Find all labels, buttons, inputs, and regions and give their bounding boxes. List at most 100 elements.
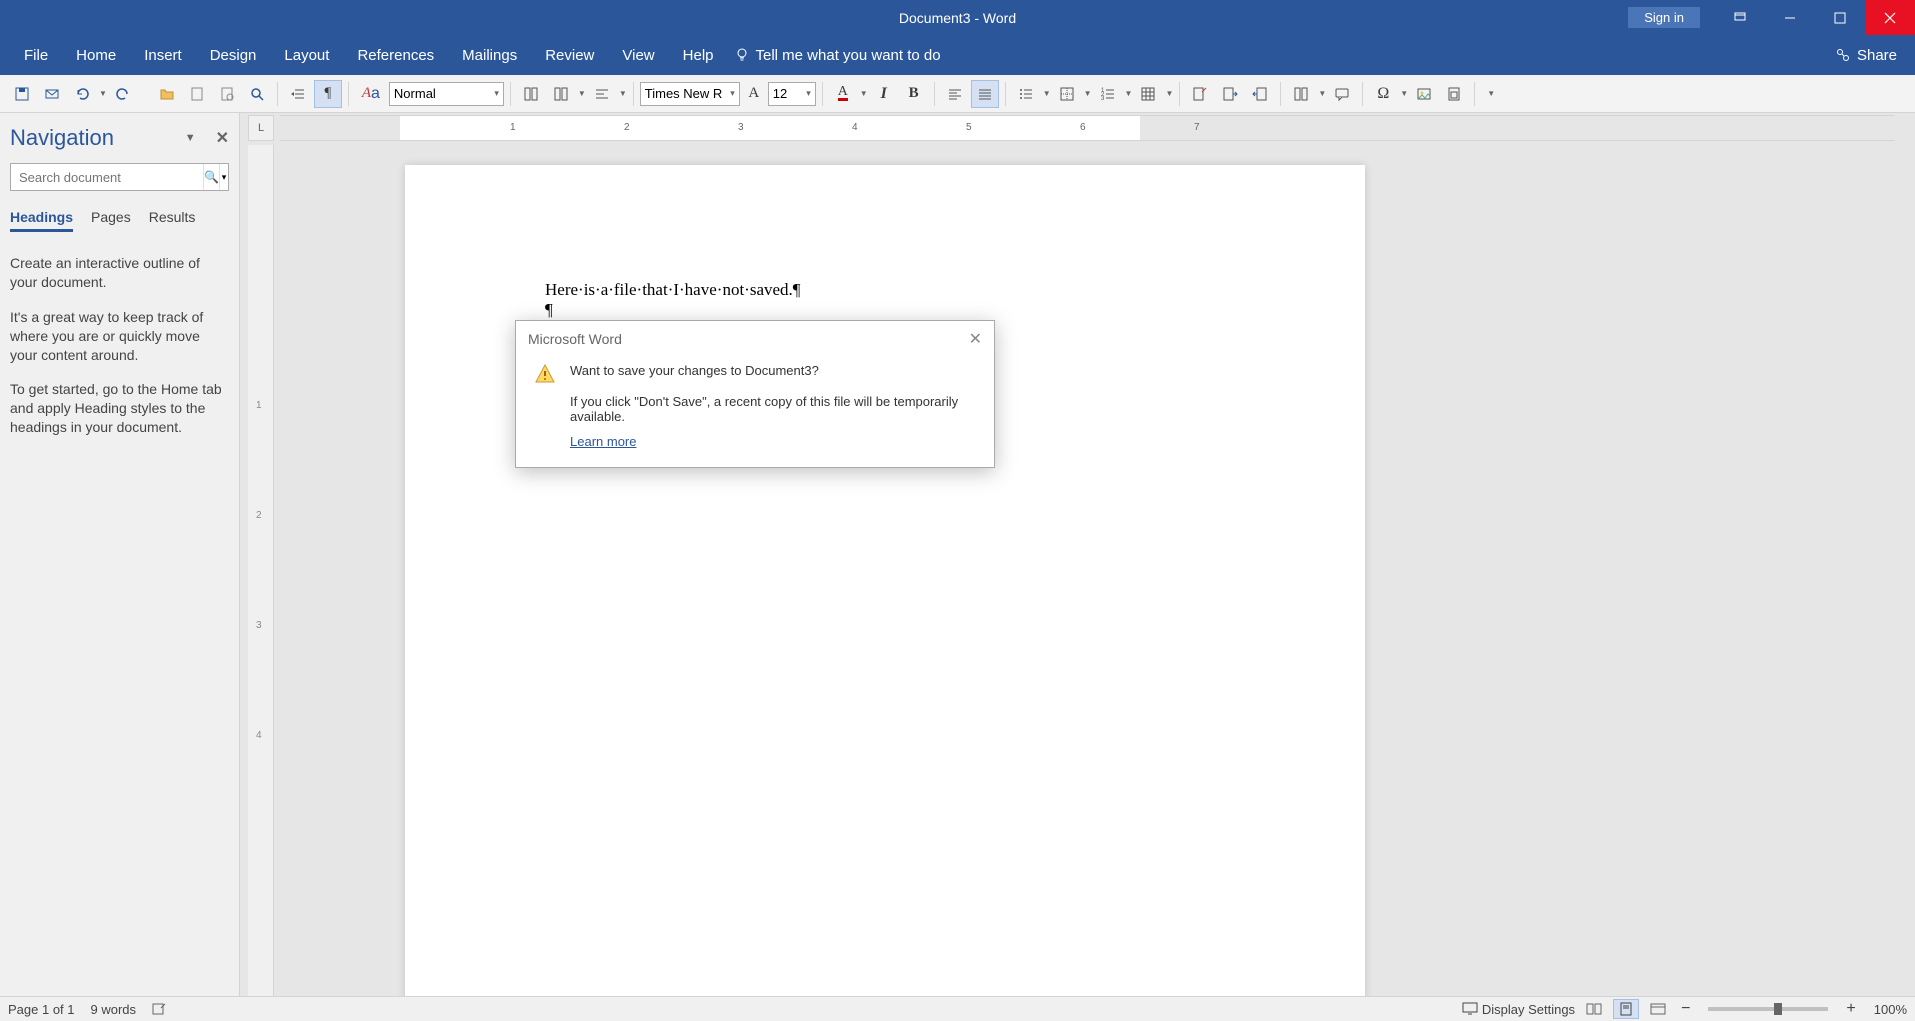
search-box[interactable]: 🔍 ▾: [10, 163, 229, 191]
read-mode-button[interactable]: [1581, 999, 1607, 1019]
align-left-button[interactable]: [941, 80, 969, 108]
table-button[interactable]: [1134, 80, 1162, 108]
undo-button[interactable]: [68, 80, 96, 108]
columns-button[interactable]: [1287, 80, 1315, 108]
next-change-button[interactable]: [1216, 80, 1244, 108]
search-dropdown[interactable]: ▾: [219, 164, 228, 190]
tab-layout[interactable]: Layout: [270, 35, 343, 75]
tab-references[interactable]: References: [343, 35, 448, 75]
symbol-dropdown[interactable]: ▼: [1400, 89, 1408, 98]
style-value: Normal: [394, 86, 436, 101]
style-selector[interactable]: Normal▾: [389, 82, 504, 106]
symbol-button[interactable]: Ω: [1369, 80, 1397, 108]
tab-review[interactable]: Review: [531, 35, 608, 75]
document-page[interactable]: Here·is·a·file·that·I·have·not·saved.¶ ¶: [405, 165, 1365, 996]
font-selector[interactable]: Times New R▾: [640, 82, 740, 106]
navigation-dropdown[interactable]: ▼: [185, 132, 196, 144]
share-icon: [1835, 47, 1851, 63]
vertical-ruler[interactable]: 1 2 3 4: [248, 145, 274, 996]
borders-button[interactable]: [1053, 80, 1081, 108]
redo-button[interactable]: [109, 80, 137, 108]
bold-button[interactable]: B: [900, 80, 928, 108]
dialog-info: If you click "Don't Save", a recent copy…: [570, 394, 976, 424]
tab-design[interactable]: Design: [196, 35, 271, 75]
print-preview-button[interactable]: [213, 80, 241, 108]
borders-dropdown[interactable]: ▼: [1084, 89, 1092, 98]
horizontal-ruler[interactable]: 1 2 3 4 5 6 7: [280, 115, 1895, 141]
ribbon-tabs: File Home Insert Design Layout Reference…: [0, 35, 1915, 75]
document-area[interactable]: Here·is·a·file·that·I·have·not·saved.¶ ¶: [280, 145, 1915, 996]
zoom-slider[interactable]: [1708, 1007, 1828, 1011]
maximize-button[interactable]: [1815, 0, 1865, 35]
track-changes-button[interactable]: [1186, 80, 1214, 108]
toolbar-overflow[interactable]: ▼: [1487, 89, 1495, 98]
svg-text:3: 3: [1101, 96, 1105, 102]
split-dropdown[interactable]: ▼: [578, 89, 586, 98]
italic-button[interactable]: I: [870, 80, 898, 108]
tab-view[interactable]: View: [608, 35, 668, 75]
grow-font-button[interactable]: A: [742, 80, 766, 108]
tell-me-search[interactable]: Tell me what you want to do: [734, 47, 941, 64]
dialog-title: Microsoft Word: [528, 331, 622, 347]
open-button[interactable]: [153, 80, 181, 108]
print-layout-button[interactable]: [1613, 999, 1639, 1019]
align-button[interactable]: [588, 80, 616, 108]
close-window-button[interactable]: [1865, 0, 1915, 35]
save-dialog: Microsoft Word ✕ Want to save your chang…: [515, 320, 995, 468]
picture-button[interactable]: [1410, 80, 1438, 108]
email-button[interactable]: [38, 80, 66, 108]
navigation-close-button[interactable]: ✕: [216, 128, 229, 148]
search-input[interactable]: [11, 164, 203, 190]
align-dropdown[interactable]: ▼: [619, 89, 627, 98]
tab-mailings[interactable]: Mailings: [448, 35, 531, 75]
ruler-corner[interactable]: L: [248, 115, 274, 141]
numbering-button[interactable]: 123: [1094, 80, 1122, 108]
save-button[interactable]: [8, 80, 36, 108]
zoom-level[interactable]: 100%: [1874, 1002, 1907, 1017]
search-button[interactable]: 🔍: [203, 164, 219, 190]
dialog-close-button[interactable]: ✕: [969, 329, 982, 349]
status-proofing-icon[interactable]: [152, 1002, 168, 1016]
paste-options-button[interactable]: [1440, 80, 1468, 108]
display-settings-button[interactable]: Display Settings: [1462, 1002, 1575, 1017]
new-button[interactable]: [183, 80, 211, 108]
minimize-button[interactable]: [1765, 0, 1815, 35]
insert-above-button[interactable]: [517, 80, 545, 108]
navtab-results[interactable]: Results: [149, 209, 196, 232]
bullets-dropdown[interactable]: ▼: [1043, 89, 1051, 98]
status-words[interactable]: 9 words: [91, 1002, 137, 1017]
table-dropdown[interactable]: ▼: [1165, 89, 1173, 98]
ribbon-options-button[interactable]: [1715, 0, 1765, 35]
undo-dropdown[interactable]: ▼: [99, 89, 107, 98]
columns-dropdown[interactable]: ▼: [1318, 89, 1326, 98]
web-layout-button[interactable]: [1645, 999, 1671, 1019]
sign-in-button[interactable]: Sign in: [1628, 7, 1700, 28]
document-text-line-1[interactable]: Here·is·a·file·that·I·have·not·saved.¶: [545, 280, 1225, 300]
share-button[interactable]: Share: [1835, 47, 1897, 64]
zoom-in-button[interactable]: +: [1842, 1000, 1859, 1018]
dialog-learn-more-link[interactable]: Learn more: [570, 434, 636, 449]
navtab-pages[interactable]: Pages: [91, 209, 131, 232]
decrease-indent-button[interactable]: [284, 80, 312, 108]
tab-home[interactable]: Home: [62, 35, 130, 75]
show-paragraph-marks-button[interactable]: ¶: [314, 80, 342, 108]
tab-help[interactable]: Help: [669, 35, 728, 75]
font-color-dropdown[interactable]: ▼: [860, 89, 868, 98]
comment-button[interactable]: [1328, 80, 1356, 108]
prev-change-button[interactable]: [1246, 80, 1274, 108]
navigation-pane: Navigation ▼ ✕ 🔍 ▾ Headings Pages Result…: [0, 113, 240, 996]
numbering-dropdown[interactable]: ▼: [1125, 89, 1133, 98]
styles-button[interactable]: Aa: [355, 80, 387, 108]
find-button[interactable]: [243, 80, 271, 108]
font-color-button[interactable]: A: [829, 80, 857, 108]
align-justify-button[interactable]: [971, 80, 999, 108]
status-page[interactable]: Page 1 of 1: [8, 1002, 75, 1017]
tab-insert[interactable]: Insert: [130, 35, 196, 75]
zoom-out-button[interactable]: −: [1677, 1000, 1694, 1018]
navtab-headings[interactable]: Headings: [10, 209, 73, 232]
font-size-selector[interactable]: 12▾: [768, 82, 816, 106]
insert-below-button[interactable]: [547, 80, 575, 108]
tab-file[interactable]: File: [10, 35, 62, 75]
share-label: Share: [1857, 47, 1897, 64]
bullets-button[interactable]: [1012, 80, 1040, 108]
